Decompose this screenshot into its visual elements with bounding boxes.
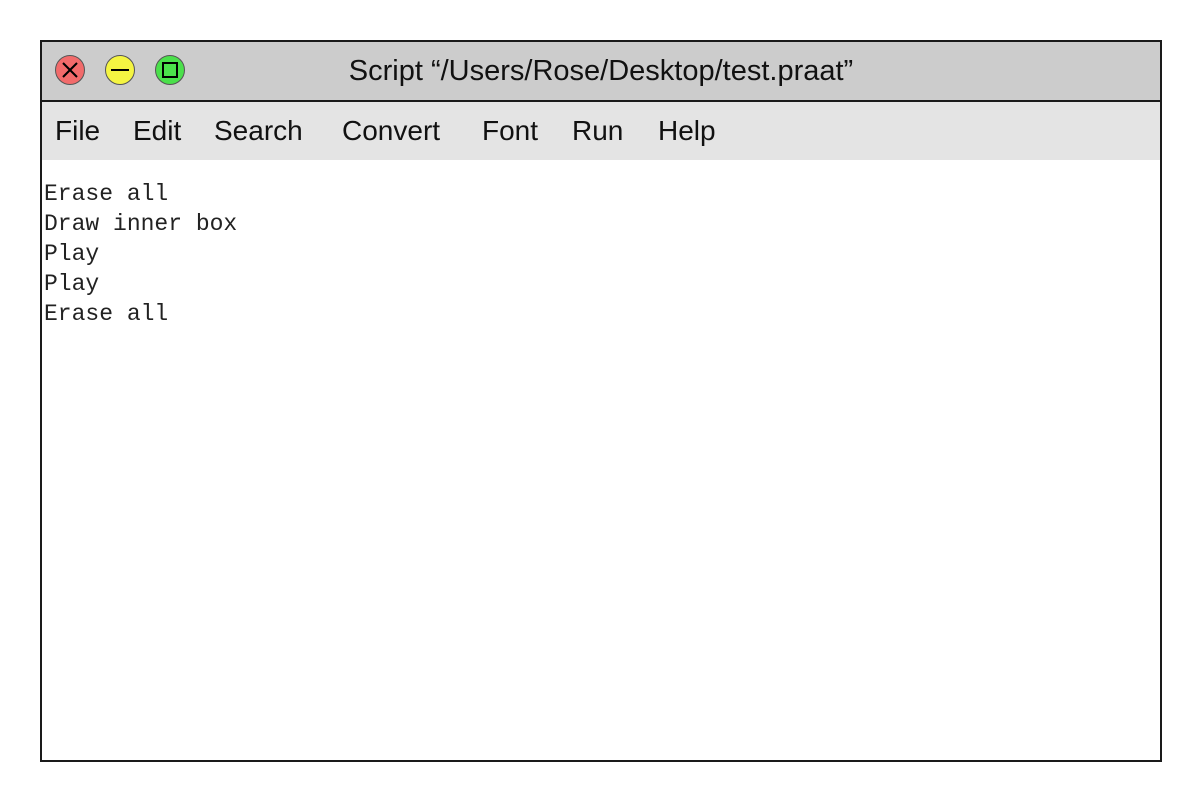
script-editor[interactable]: Erase all Draw inner box Play Play Erase… [42, 160, 1160, 760]
menu-bar: File Edit Search Convert Font Run Help [42, 102, 1160, 160]
menu-help[interactable]: Help [658, 102, 716, 160]
script-window: Script “/Users/Rose/Desktop/test.praat” … [40, 40, 1162, 762]
menu-convert[interactable]: Convert [342, 102, 440, 160]
menu-file[interactable]: File [55, 102, 100, 160]
script-line[interactable]: Erase all [44, 179, 168, 209]
menu-search[interactable]: Search [214, 102, 303, 160]
script-line[interactable]: Draw inner box [44, 209, 237, 239]
menu-run[interactable]: Run [572, 102, 623, 160]
window-title: Script “/Users/Rose/Desktop/test.praat” [348, 55, 854, 87]
menu-edit[interactable]: Edit [133, 102, 181, 160]
title-bar[interactable]: Script “/Users/Rose/Desktop/test.praat” [42, 42, 1160, 102]
script-line[interactable]: Play [44, 269, 99, 299]
script-line[interactable]: Erase all [44, 299, 168, 329]
script-line[interactable]: Play [44, 239, 99, 269]
menu-font[interactable]: Font [482, 102, 538, 160]
